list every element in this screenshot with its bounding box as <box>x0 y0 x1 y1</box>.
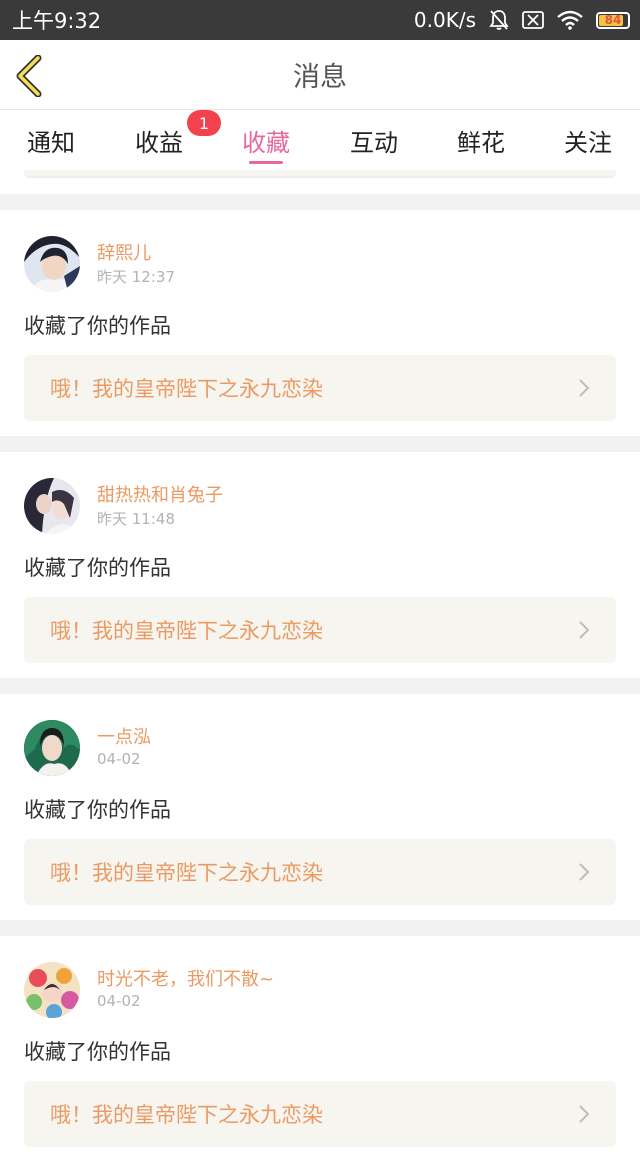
mute-icon <box>489 10 509 30</box>
work-link[interactable]: 哦！我的皇帝陛下之永九恋染 <box>24 355 616 421</box>
message-time: 昨天 12:37 <box>97 268 175 286</box>
work-title: 哦！我的皇帝陛下之永九恋染 <box>50 377 323 401</box>
battery-level: 84 <box>604 13 622 27</box>
wifi-icon <box>557 10 583 30</box>
work-title: 哦！我的皇帝陛下之永九恋染 <box>50 1103 323 1127</box>
tab-label: 收藏 <box>242 128 290 157</box>
message-time: 04-02 <box>97 992 141 1010</box>
action-text: 收藏了你的作品 <box>24 556 171 580</box>
message-card: 甜热热和肖兔子 昨天 11:48 收藏了你的作品 哦！我的皇帝陛下之永九恋染 <box>0 452 640 678</box>
tab-favorites[interactable]: 收藏 <box>216 110 316 170</box>
chevron-right-icon <box>579 863 590 881</box>
tab-label: 关注 <box>564 128 612 157</box>
tab-bar: 通知 收益 1 收藏 互动 鲜花 关注 <box>0 110 640 170</box>
tab-label: 通知 <box>27 128 75 157</box>
message-time: 昨天 11:48 <box>97 510 175 528</box>
action-text: 收藏了你的作品 <box>24 798 171 822</box>
username[interactable]: 一点泓 <box>97 723 151 749</box>
work-link[interactable]: 哦！我的皇帝陛下之永九恋染 <box>24 1081 616 1147</box>
avatar[interactable] <box>24 962 80 1018</box>
tab-notifications[interactable]: 通知 <box>1 110 101 170</box>
chevron-right-icon <box>579 1105 590 1123</box>
status-time: 上午9:32 <box>12 9 102 33</box>
status-icons: 0.0K/s 84 <box>414 8 630 32</box>
work-link[interactable]: 哦！我的皇帝陛下之永九恋染 <box>24 597 616 663</box>
username[interactable]: 辞熙儿 <box>97 239 151 265</box>
avatar[interactable] <box>24 720 80 776</box>
avatar[interactable] <box>24 236 80 292</box>
status-bar: 上午9:32 0.0K/s 84 <box>0 0 640 40</box>
battery-icon: 84 <box>596 11 630 29</box>
username[interactable]: 时光不老，我们不散~ <box>97 965 274 991</box>
tab-interactions[interactable]: 互动 <box>324 110 424 170</box>
tab-earnings[interactable]: 收益 1 <box>109 110 221 170</box>
username[interactable]: 甜热热和肖兔子 <box>97 481 223 507</box>
tab-flowers[interactable]: 鲜花 <box>431 110 531 170</box>
work-title: 哦！我的皇帝陛下之永九恋染 <box>50 861 323 885</box>
avatar[interactable] <box>24 478 80 534</box>
top-header: 消息 <box>0 40 640 110</box>
message-card: 辞熙儿 昨天 12:37 收藏了你的作品 哦！我的皇帝陛下之永九恋染 <box>0 210 640 436</box>
tab-label: 互动 <box>350 128 398 157</box>
chevron-right-icon <box>579 379 590 397</box>
sim-icon <box>522 11 544 29</box>
chevron-right-icon <box>579 621 590 639</box>
network-speed: 0.0K/s <box>413 8 476 32</box>
previous-card-edge <box>0 170 640 194</box>
tab-following[interactable]: 关注 <box>538 110 638 170</box>
message-card: 一点泓 04-02 收藏了你的作品 哦！我的皇帝陛下之永九恋染 <box>0 694 640 920</box>
tab-label: 鲜花 <box>457 128 505 157</box>
work-link[interactable]: 哦！我的皇帝陛下之永九恋染 <box>24 839 616 905</box>
back-chevron-icon[interactable] <box>14 55 46 97</box>
page-title: 消息 <box>293 62 347 93</box>
message-card: 时光不老，我们不散~ 04-02 收藏了你的作品 哦！我的皇帝陛下之永九恋染 <box>0 936 640 1162</box>
action-text: 收藏了你的作品 <box>24 1040 171 1064</box>
tab-label: 收益 <box>135 128 183 157</box>
work-title: 哦！我的皇帝陛下之永九恋染 <box>50 619 323 643</box>
message-time: 04-02 <box>97 750 141 768</box>
action-text: 收藏了你的作品 <box>24 314 171 338</box>
active-tab-indicator <box>249 161 283 164</box>
